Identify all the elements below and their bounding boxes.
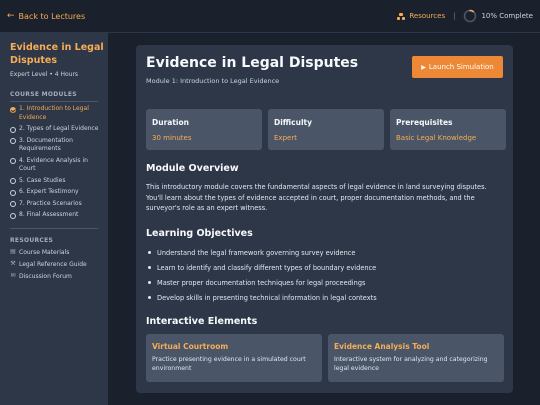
top-bar-tools: Resources | 10% Complete bbox=[397, 9, 533, 23]
page-title: Evidence in Legal Disputes bbox=[146, 55, 359, 71]
module-label: 5. Case Studies bbox=[19, 176, 66, 184]
objective-text: Master proper documentation techniques f… bbox=[157, 278, 366, 287]
top-bar: ← Back to Lectures Resources | 10% Compl… bbox=[0, 0, 540, 33]
objective-text: Develop skills in presenting technical i… bbox=[157, 293, 377, 302]
circle-icon bbox=[10, 126, 16, 133]
module-label: 3. Documentation Requirements bbox=[19, 136, 73, 153]
course-meta: Expert Level • 4 Hours bbox=[10, 71, 79, 78]
list-item: Master proper documentation techniques f… bbox=[146, 275, 486, 290]
resource-label: Discussion Forum bbox=[19, 272, 72, 280]
divider bbox=[10, 227, 98, 229]
bullet-icon bbox=[148, 296, 151, 299]
stat-label: Duration bbox=[152, 118, 189, 127]
module-panel: Evidence in Legal Disputes Module 1: Int… bbox=[136, 45, 513, 393]
progress-ring-icon bbox=[464, 9, 477, 23]
overview-heading: Module Overview bbox=[146, 163, 239, 174]
divider bbox=[10, 101, 98, 102]
card-description: Practice presenting evidence in a simula… bbox=[152, 356, 306, 372]
module-item-6[interactable]: 6. Expert Testimony bbox=[10, 188, 108, 197]
circle-icon bbox=[10, 189, 16, 196]
module-item-4[interactable]: 4. Evidence Analysis in Court bbox=[10, 157, 108, 174]
sidebar: Evidence in Legal Disputes Expert Level … bbox=[0, 33, 108, 405]
module-item-3[interactable]: 3. Documentation Requirements bbox=[10, 137, 108, 154]
course-progress: 10% Complete bbox=[463, 9, 533, 23]
virtual-courtroom-card[interactable]: Virtual Courtroom Practice presenting ev… bbox=[146, 334, 322, 382]
circle-icon bbox=[10, 178, 16, 184]
launch-simulation-button[interactable]: ▶ Launch Simulation bbox=[412, 56, 503, 78]
module-item-5[interactable]: 5. Case Studies bbox=[10, 177, 108, 186]
evidence-analysis-tool-card[interactable]: Evidence Analysis Tool Interactive syste… bbox=[328, 334, 504, 382]
list-item: Develop skills in presenting technical i… bbox=[146, 290, 486, 305]
resource-label: Legal Reference Guide bbox=[19, 260, 87, 268]
stat-value: 30 minutes bbox=[152, 134, 192, 142]
document-icon: ▤ bbox=[10, 248, 16, 255]
list-item: Learn to identify and classify different… bbox=[146, 260, 486, 275]
stat-label: Prerequisites bbox=[396, 118, 453, 127]
stat-card-difficulty: Difficulty Expert bbox=[268, 109, 384, 150]
check-circle-icon bbox=[10, 106, 16, 113]
resource-label: Course Materials bbox=[19, 248, 70, 256]
module-label: 4. Evidence Analysis in Court bbox=[19, 156, 88, 173]
bullet-icon bbox=[148, 266, 151, 269]
back-to-lectures-link[interactable]: ← Back to Lectures bbox=[7, 11, 85, 21]
stat-label: Difficulty bbox=[274, 118, 312, 127]
module-label: 2. Types of Legal Evidence bbox=[19, 125, 99, 132]
overview-text: This introductory module covers the fund… bbox=[146, 183, 487, 212]
modules-heading: COURSE MODULES bbox=[10, 91, 77, 98]
resource-legal-reference-guide[interactable]: ⚒ Legal Reference Guide bbox=[10, 261, 108, 268]
module-label: 1. Introduction to Legal Evidence bbox=[19, 105, 89, 121]
arrow-left-icon: ← bbox=[7, 11, 15, 21]
module-item-7[interactable]: 7. Practice Scenarios bbox=[10, 200, 108, 209]
resource-discussion-forum[interactable]: ✉ Discussion Forum bbox=[10, 273, 108, 280]
stat-value: Basic Legal Knowledge bbox=[396, 134, 477, 142]
module-label: 7. Practice Scenarios bbox=[19, 199, 82, 207]
launch-label: Launch Simulation bbox=[428, 63, 494, 71]
stat-card-prerequisites: Prerequisites Basic Legal Knowledge bbox=[390, 109, 506, 150]
module-label: 8. Final Assessment bbox=[19, 211, 79, 218]
card-title: Evidence Analysis Tool bbox=[334, 342, 430, 351]
separator: | bbox=[453, 12, 456, 20]
circle-icon bbox=[10, 138, 16, 144]
chat-icon: ✉ bbox=[10, 272, 16, 279]
module-item-1[interactable]: 1. Introduction to Legal Evidence bbox=[10, 105, 108, 122]
card-description: Interactive system for analyzing and cat… bbox=[334, 356, 488, 372]
circle-icon bbox=[10, 201, 16, 207]
objectives-heading: Learning Objectives bbox=[146, 228, 253, 239]
panel-header: Evidence in Legal Disputes Module 1: Int… bbox=[146, 45, 503, 100]
card-title: Virtual Courtroom bbox=[152, 342, 229, 351]
resources-label: Resources bbox=[409, 12, 446, 20]
interactive-heading: Interactive Elements bbox=[146, 316, 258, 327]
course-title: Evidence in Legal Disputes bbox=[10, 42, 104, 66]
objectives-list: Understand the legal framework governing… bbox=[146, 245, 486, 305]
stats-row: Duration 30 minutes Difficulty Expert Pr… bbox=[146, 109, 506, 150]
objective-text: Learn to identify and classify different… bbox=[157, 263, 377, 272]
stat-value: Expert bbox=[274, 134, 297, 142]
stat-card-duration: Duration 30 minutes bbox=[146, 109, 262, 150]
resources-icon bbox=[397, 12, 406, 20]
list-item: Understand the legal framework governing… bbox=[146, 245, 486, 260]
back-label: Back to Lectures bbox=[18, 11, 86, 21]
module-item-2[interactable]: 2. Types of Legal Evidence bbox=[10, 125, 108, 134]
circle-icon bbox=[10, 158, 16, 164]
bullet-icon bbox=[148, 281, 151, 284]
progress-label: 10% Complete bbox=[481, 12, 533, 20]
interactive-cards: Virtual Courtroom Practice presenting ev… bbox=[146, 334, 504, 382]
module-label: 6. Expert Testimony bbox=[19, 188, 79, 195]
module-subtitle: Module 1: Introduction to Legal Evidence bbox=[146, 77, 280, 85]
resource-course-materials[interactable]: ▤ Course Materials bbox=[10, 249, 108, 256]
circle-icon bbox=[10, 212, 16, 219]
module-item-8[interactable]: 8. Final Assessment bbox=[10, 211, 108, 220]
resources-button[interactable]: Resources bbox=[397, 12, 445, 20]
bullet-icon bbox=[148, 251, 151, 254]
objective-text: Understand the legal framework governing… bbox=[157, 248, 356, 257]
play-icon: ▶ bbox=[421, 63, 426, 71]
gavel-icon: ⚒ bbox=[10, 260, 16, 267]
resources-heading: RESOURCES bbox=[10, 236, 54, 244]
